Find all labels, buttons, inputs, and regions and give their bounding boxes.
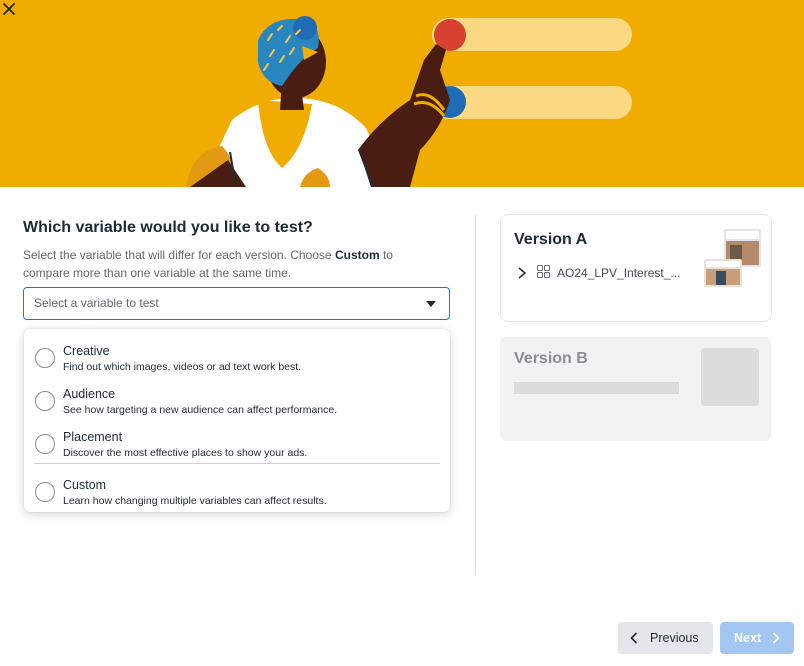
close-icon[interactable] [0, 0, 18, 18]
description-bold: Custom [334, 248, 380, 262]
chevron-right-icon[interactable] [517, 267, 527, 279]
option-placement[interactable]: Placement Discover the most effective pl… [24, 420, 450, 460]
placeholder-bar [514, 382, 679, 394]
caret-down-icon [426, 301, 436, 307]
hero-illustration [0, 0, 804, 187]
placeholder-thumbnail [701, 348, 759, 406]
option-custom[interactable]: Custom Learn how changing multiple varia… [24, 468, 450, 508]
variable-dropdown-menu: Creative Find out which images, videos o… [24, 329, 450, 512]
description-text: Select the variable that will differ for… [23, 248, 335, 262]
next-button[interactable]: Next [720, 622, 794, 654]
radio-button[interactable] [35, 434, 55, 454]
previous-label: Previous [650, 631, 699, 645]
option-label: Creative [63, 344, 110, 358]
version-a-card: Version A AO24_LPV_Interest_... [500, 214, 772, 322]
divider [34, 463, 440, 464]
radio-button[interactable] [35, 482, 55, 502]
variable-section: Which variable would you like to test? S… [23, 218, 451, 282]
option-label: Audience [63, 387, 116, 401]
chevron-right-icon [772, 632, 780, 644]
option-description: Find out which images, videos or ad text… [63, 361, 302, 373]
radio-button[interactable] [35, 391, 55, 411]
version-a-title: Version A [514, 231, 588, 248]
page-title: Which variable would you like to test? [23, 219, 313, 236]
option-label: Custom [63, 478, 107, 492]
column-divider [475, 215, 476, 575]
ad-name: AO24_LPV_Interest_... [557, 266, 681, 280]
option-label: Placement [63, 430, 123, 444]
option-creative[interactable]: Creative Find out which images, videos o… [24, 334, 450, 374]
ad-thumbnail-stack [704, 229, 761, 287]
chevron-left-icon [630, 632, 638, 644]
person-illustration [186, 16, 632, 187]
option-description: Discover the most effective places to sh… [63, 447, 308, 459]
option-description: See how targeting a new audience can aff… [63, 404, 338, 416]
variable-select[interactable]: Select a variable to test [23, 287, 450, 320]
next-label: Next [734, 631, 762, 645]
select-placeholder: Select a variable to test [34, 296, 159, 310]
option-description: Learn how changing multiple variables ca… [63, 495, 327, 507]
previous-button[interactable]: Previous [618, 622, 713, 654]
option-audience[interactable]: Audience See how targeting a new audienc… [24, 377, 450, 417]
version-b-title: Version B [514, 350, 588, 367]
question-description: Select the variable that will differ for… [23, 246, 423, 282]
grid-icon [537, 265, 550, 278]
radio-button[interactable] [35, 348, 55, 368]
version-b-card: Version B [500, 337, 771, 441]
